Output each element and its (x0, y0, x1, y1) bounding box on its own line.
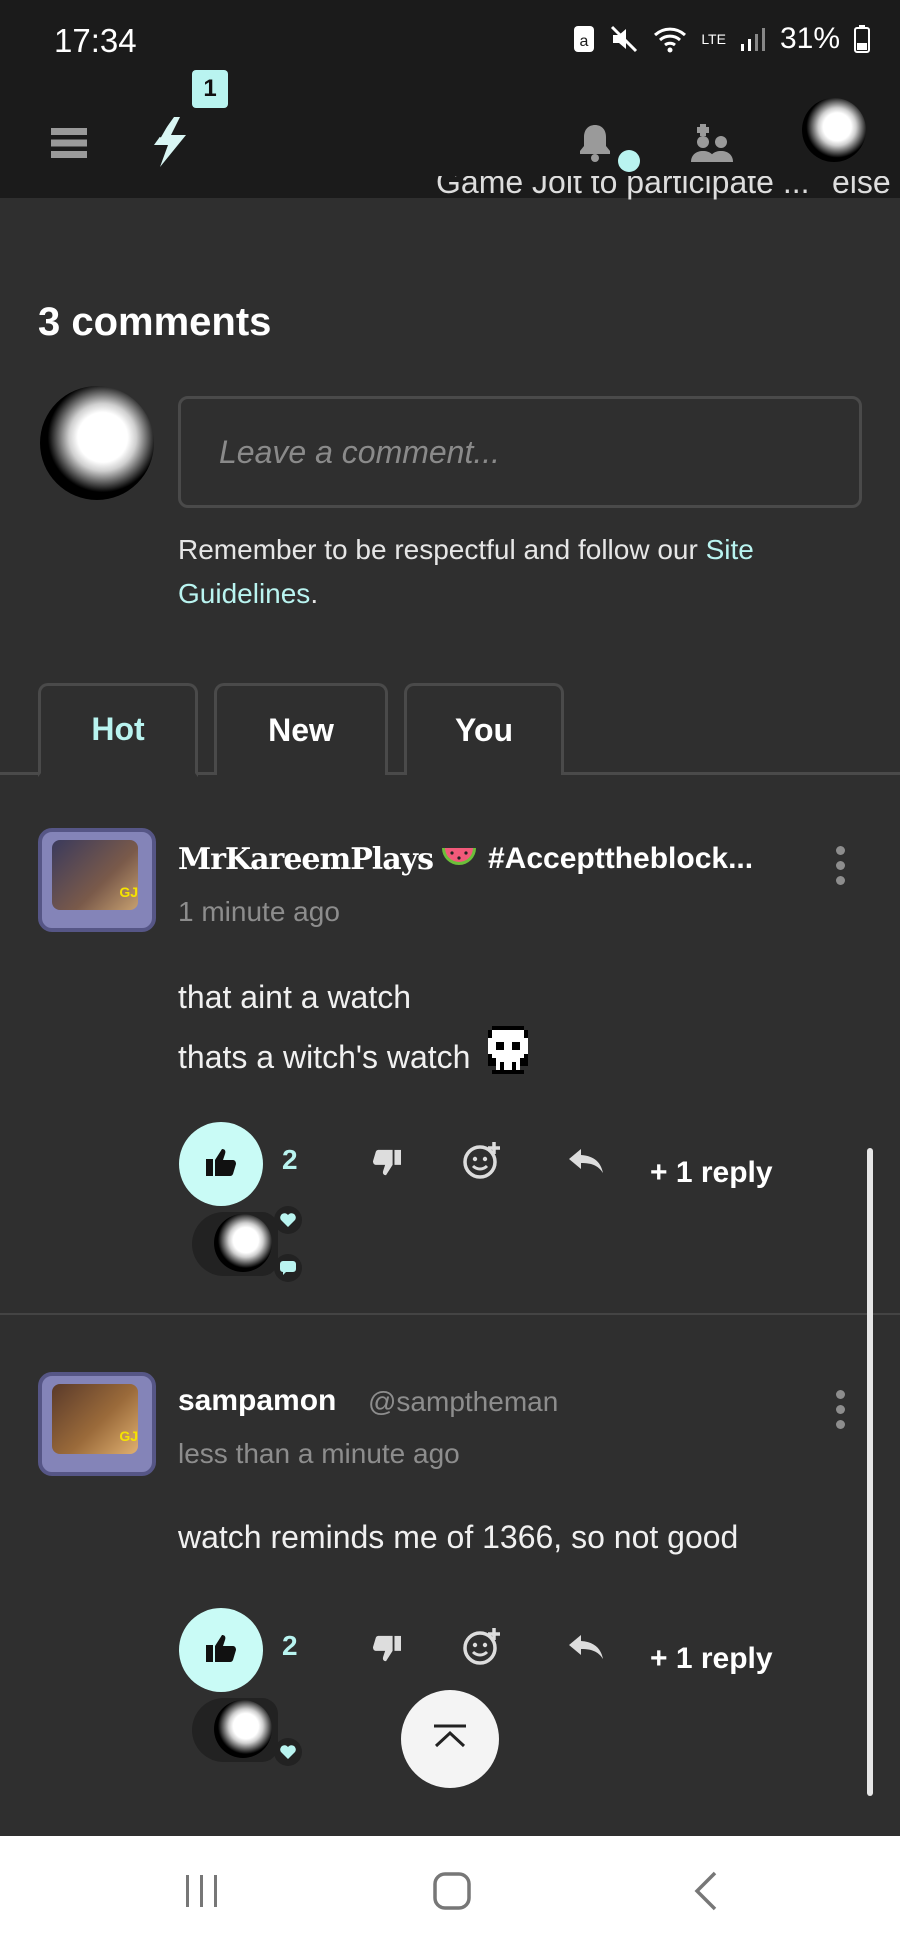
home-icon (432, 1871, 472, 1916)
back-button[interactable] (646, 1836, 766, 1950)
comment-divider (0, 1313, 900, 1315)
thumbs-up-icon (205, 1147, 237, 1182)
comment-avatar[interactable]: GJ (38, 828, 156, 932)
add-reaction-button[interactable] (456, 1136, 508, 1188)
home-button[interactable] (392, 1836, 512, 1950)
comment-timestamp: less than a minute ago (178, 1438, 460, 1469)
current-user-avatar (40, 386, 154, 500)
comment-author-tag: #Accepttheblock... (488, 842, 754, 875)
reply-icon (567, 1633, 605, 1668)
comment-body: that aint a watch thats a witch's watch (178, 972, 536, 1092)
reply-button[interactable] (560, 1626, 612, 1674)
tab-hot[interactable]: Hot (38, 683, 198, 777)
dislike-button[interactable] (362, 1140, 412, 1190)
reply-icon (567, 1147, 605, 1182)
skull-emoji-icon (480, 1022, 536, 1092)
cutoff-text: Game Jolt to participate ... else (0, 176, 900, 206)
heart-badge (274, 1738, 302, 1766)
recent-apps-icon (182, 1873, 222, 1914)
status-time: 17:34 (54, 22, 137, 59)
scroll-to-top-button[interactable] (401, 1690, 499, 1788)
menu-button[interactable] (34, 110, 104, 180)
comment-line: watch reminds me of 1366, so not good (178, 1519, 739, 1555)
comment-options-button[interactable] (830, 846, 850, 885)
like-count: 2 (282, 1630, 298, 1661)
guidelines-notice: Remember to be respectful and follow our… (178, 534, 754, 609)
comment-avatar[interactable]: GJ (38, 1372, 156, 1476)
notification-dot (618, 150, 640, 172)
scrollbar[interactable] (867, 1148, 873, 1796)
recent-apps-button[interactable] (142, 1836, 262, 1950)
activity-button[interactable] (138, 104, 202, 184)
comment-line: that aint a watch (178, 979, 412, 1015)
add-emoji-icon (462, 1140, 502, 1185)
comment-body: watch reminds me of 1366, so not good (178, 1512, 738, 1562)
signal-icon (740, 26, 766, 52)
view-replies-link[interactable]: + 1 reply (650, 1156, 773, 1190)
bell-icon (578, 122, 612, 167)
comment-author[interactable]: MrKareemPlays (178, 842, 434, 877)
thumbs-up-icon (205, 1633, 237, 1668)
like-button[interactable] (179, 1608, 263, 1692)
comment-author[interactable]: sampamon (178, 1384, 336, 1418)
wifi-icon (653, 25, 687, 53)
status-icons: a LTE 31% (573, 22, 870, 56)
comment-input[interactable] (178, 396, 862, 508)
comment-options-button[interactable] (830, 1390, 850, 1429)
tab-new[interactable]: New (214, 683, 388, 775)
comment-line: thats a witch's watch (178, 1039, 471, 1075)
cutoff-left: Game Jolt to participate ... (436, 176, 810, 200)
scroll-up-icon (432, 1724, 468, 1755)
bolt-icon (148, 115, 192, 174)
comment-handle[interactable]: @samptheman (368, 1386, 558, 1418)
heart-badge (274, 1206, 302, 1234)
svg-text:a: a (580, 33, 589, 50)
status-bar: 17:34 a LTE 31% (0, 0, 900, 90)
add-reaction-button[interactable] (456, 1622, 508, 1674)
dislike-button[interactable] (362, 1626, 412, 1676)
view-replies-link[interactable]: + 1 reply (650, 1642, 773, 1676)
thumbs-down-icon (372, 1635, 402, 1668)
menu-icon (51, 127, 87, 164)
reactor-avatar (214, 1700, 272, 1758)
network-label: LTE (701, 31, 726, 47)
mute-icon (609, 24, 639, 54)
user-avatar[interactable] (802, 98, 866, 162)
cutoff-right: else (832, 176, 891, 200)
sim-icon: a (573, 25, 595, 53)
back-icon (693, 1871, 719, 1916)
activity-badge: 1 (192, 70, 228, 108)
comments-title: 3 comments (38, 300, 272, 344)
comment-timestamp: 1 minute ago (178, 896, 340, 927)
thumbs-down-icon (372, 1149, 402, 1182)
notifications-button[interactable] (560, 104, 630, 184)
like-button[interactable] (179, 1122, 263, 1206)
comment-badge (274, 1254, 302, 1282)
battery-level: 31% (779, 22, 840, 55)
system-navigation-bar (0, 1836, 900, 1950)
friends-icon (689, 122, 733, 167)
friends-button[interactable] (676, 104, 746, 184)
reply-button[interactable] (560, 1140, 612, 1188)
tab-you[interactable]: You (404, 683, 564, 775)
like-count: 2 (282, 1144, 298, 1175)
watermelon-icon (440, 842, 478, 881)
reactor-avatar (214, 1214, 272, 1272)
add-emoji-icon (462, 1626, 502, 1671)
battery-icon (854, 25, 870, 53)
